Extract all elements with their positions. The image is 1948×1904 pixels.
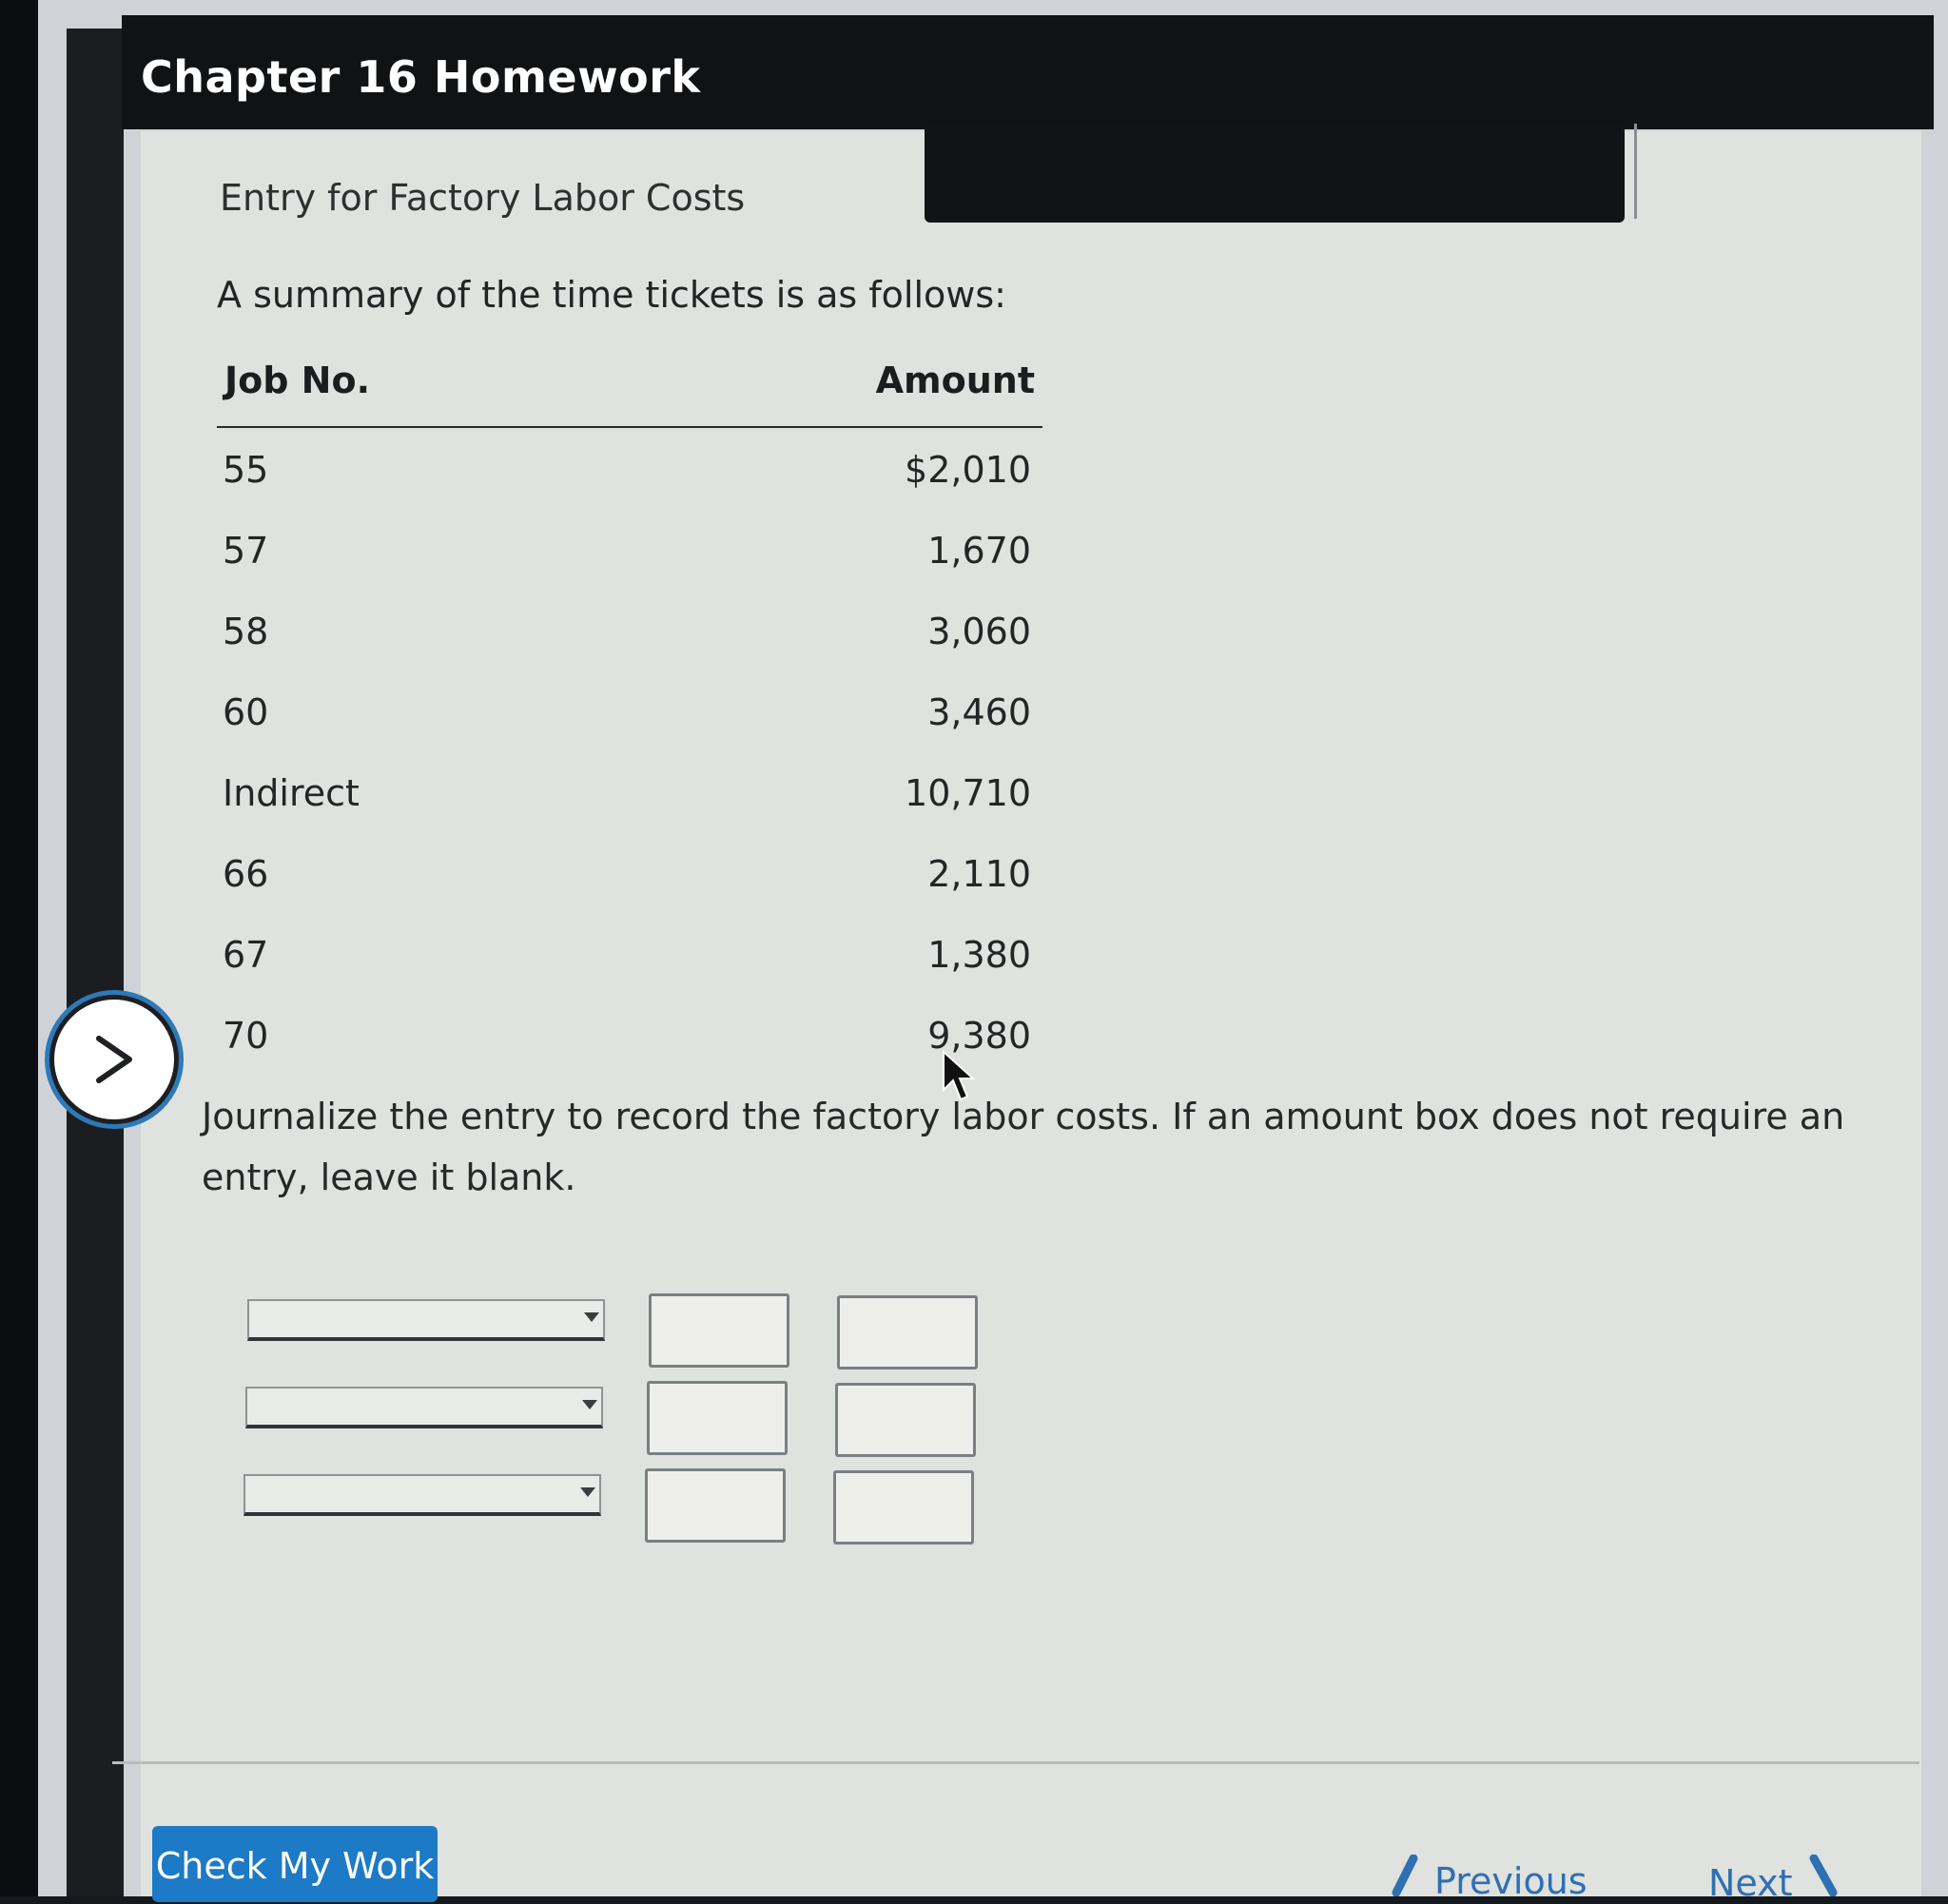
table-row: 66 2,110 xyxy=(217,832,1042,913)
screen: Chapter 16 Homework Entry for Factory La… xyxy=(0,0,1948,1904)
job-amount: 3,060 xyxy=(927,611,1031,652)
chevron-right-icon xyxy=(96,1036,132,1083)
header-job-no: Job No. xyxy=(224,359,371,401)
account-select-2[interactable] xyxy=(245,1387,603,1428)
side-strip xyxy=(67,29,124,1896)
dropdown-arrow-icon xyxy=(582,1400,597,1409)
redacted-tab xyxy=(925,124,1625,223)
chevron-left-icon xyxy=(1392,1855,1418,1896)
job-number: 60 xyxy=(223,691,269,733)
job-number: Indirect xyxy=(223,772,360,814)
tab-divider xyxy=(1634,124,1637,219)
table-header: Job No. Amount xyxy=(217,359,1042,428)
debit-input-3[interactable] xyxy=(645,1468,786,1543)
expand-button[interactable] xyxy=(49,995,179,1124)
job-number: 55 xyxy=(223,449,269,491)
next-button[interactable]: Next xyxy=(1703,1855,1844,1904)
table-row: 70 9,380 xyxy=(217,994,1042,1075)
job-amount: $2,010 xyxy=(905,449,1031,491)
job-amount: 1,670 xyxy=(927,530,1031,572)
job-amount: 10,710 xyxy=(905,772,1031,814)
job-number: 70 xyxy=(223,1015,269,1057)
left-rail xyxy=(0,0,38,1896)
mouse-pointer-icon xyxy=(942,1049,976,1107)
job-number: 57 xyxy=(223,530,269,572)
time-tickets-table: Job No. Amount 55 $2,010 57 1,670 58 3,0… xyxy=(217,359,1042,1075)
account-select-3[interactable] xyxy=(244,1474,601,1516)
instructions-text: Journalize the entry to record the facto… xyxy=(202,1096,1845,1198)
table-row: 67 1,380 xyxy=(217,913,1042,994)
dropdown-arrow-icon xyxy=(580,1487,595,1497)
job-number: 66 xyxy=(223,853,269,895)
problem-summary: A summary of the time tickets is as foll… xyxy=(217,274,1006,316)
table-row: 60 3,460 xyxy=(217,670,1042,751)
table-row: 55 $2,010 xyxy=(217,428,1042,509)
chevron-right-nav-icon xyxy=(1809,1855,1838,1896)
header-amount: Amount xyxy=(875,359,1035,401)
table-row: Indirect 10,710 xyxy=(217,751,1042,832)
credit-input-1[interactable] xyxy=(837,1295,978,1370)
table-row: 57 1,670 xyxy=(217,509,1042,590)
job-amount: 2,110 xyxy=(927,853,1031,895)
job-amount: 1,380 xyxy=(927,934,1031,976)
check-my-work-button[interactable]: Check My Work xyxy=(152,1826,438,1902)
footer-divider xyxy=(112,1761,1919,1764)
job-number: 67 xyxy=(223,934,269,976)
job-amount: 3,460 xyxy=(927,691,1031,733)
table-row: 58 3,060 xyxy=(217,590,1042,670)
debit-input-2[interactable] xyxy=(647,1381,788,1455)
problem-subtitle: Entry for Factory Labor Costs xyxy=(220,177,746,219)
credit-input-3[interactable] xyxy=(833,1470,974,1545)
next-label: Next xyxy=(1708,1862,1793,1904)
job-number: 58 xyxy=(223,611,269,652)
page-title: Chapter 16 Homework xyxy=(141,51,701,103)
dropdown-arrow-icon xyxy=(584,1312,599,1322)
account-select-1[interactable] xyxy=(247,1299,605,1341)
previous-label: Previous xyxy=(1434,1860,1588,1902)
previous-button[interactable]: Previous xyxy=(1385,1855,1588,1902)
credit-input-2[interactable] xyxy=(835,1383,976,1457)
debit-input-1[interactable] xyxy=(649,1293,789,1368)
